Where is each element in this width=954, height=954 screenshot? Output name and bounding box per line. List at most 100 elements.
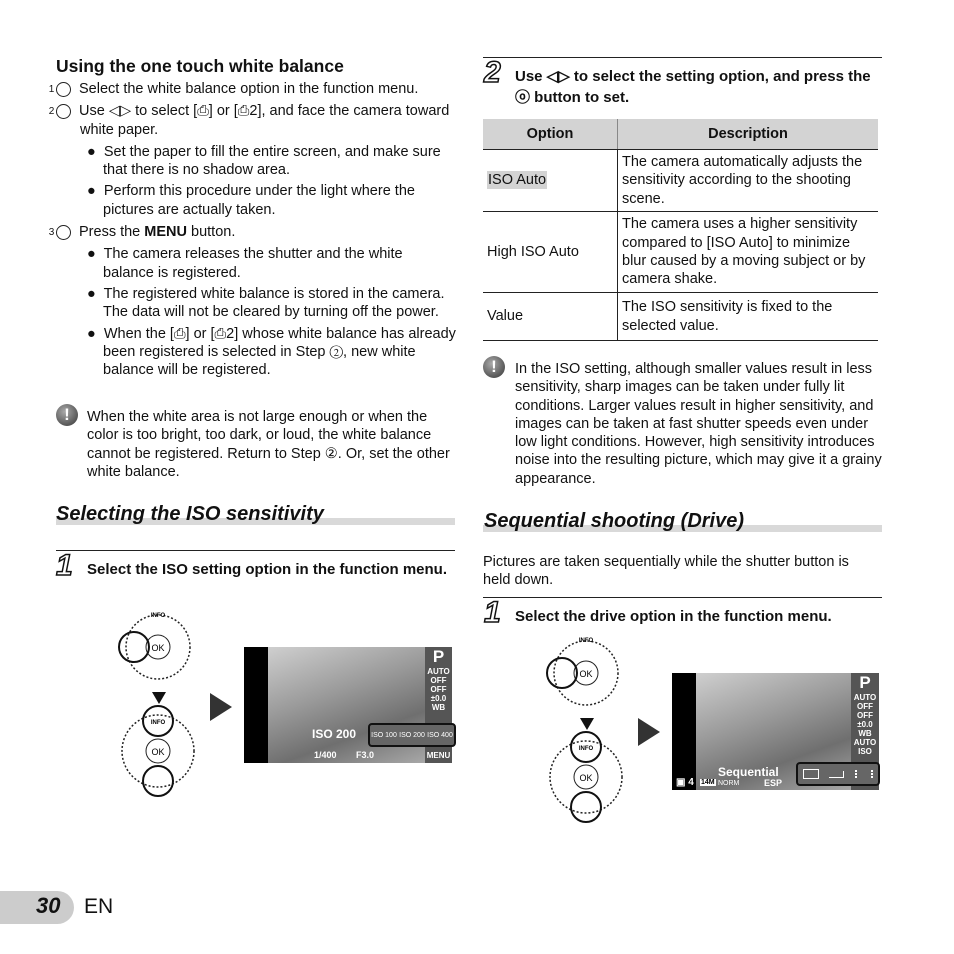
shots-remaining: 4 [688,777,694,788]
wb-heading: Using the one touch white balance [56,56,344,76]
table-row: Value The ISO sensitivity is fixed to th… [483,292,878,341]
macro-icon: OFF [857,702,873,711]
bullet: ● Perform this procedure under the light… [87,183,415,218]
single-shot-icon[interactable] [803,769,820,779]
bullet-text: When the [⎙] or [⎙2] whose white balance… [103,325,456,379]
control-dial-icon: OK INFO [121,705,195,797]
menu-icon: MENU [426,751,451,760]
iso-caution: In the ISO setting, although smaller val… [515,361,882,487]
exposure-value: ±0.0 [430,694,447,703]
svg-text:INFO: INFO [579,746,594,752]
table-row: ISO Auto The camera automatically adjust… [483,149,878,212]
step-text: Use ◁▷ to select [⎙] or [⎙2], and face t… [79,103,450,138]
card-remaining: ▣ 4 [676,777,694,788]
column-header: Description [617,119,878,150]
step-text: Select the white balance option in the f… [79,81,419,97]
high-speed-icon[interactable] [854,770,873,778]
quality: NORM [718,780,740,787]
svg-text:OK: OK [151,643,164,653]
step-number: 3 [49,225,71,241]
step-text: Press the [79,224,145,241]
bullet-text: The registered white balance is stored i… [103,285,445,321]
drive-step-text: Select the drive option in the function … [515,608,832,625]
drive-intro: Pictures are taken sequentially while th… [483,554,849,589]
bullet-text: Set the paper to fill the entire screen,… [103,143,441,179]
arrow-down-icon [580,718,594,730]
camera-screen-drive: P AUTO OFF OFF ±0.0 WB AUTO ISO Sequenti… [672,673,880,790]
iso-icon: ISO [858,747,872,756]
selftimer-icon: OFF [430,685,447,694]
step-number: 2 [483,55,501,90]
menu-button-label: MENU [144,224,187,241]
iso-options-table: Option Description ISO Auto The camera a… [483,119,878,341]
image-size: 14M [700,779,716,786]
table-row: High ISO Auto The camera uses a higher s… [483,211,878,293]
wb-step-2: 2 Use ◁▷ to select [⎙] or [⎙2], and face … [49,102,456,139]
step-text: button. [186,224,236,241]
control-dial-icon: OK INFO [546,638,619,706]
bullet: ● When the [⎙] or [⎙2] whose white balan… [87,325,456,379]
table-header: Option Description [483,119,878,150]
control-dial-icon: OK INFO [118,613,191,680]
aperture: F3.0 [356,750,375,760]
svg-text:OK: OK [579,669,592,679]
description-cell: The ISO sensitivity is fixed to the sele… [617,292,878,341]
step-number: 1 [55,548,73,583]
caution-icon: ! [56,404,78,426]
shutter-speed: 1/400 [314,750,337,760]
bullet: ● The camera releases the shutter and th… [87,246,403,281]
option-name: ISO Auto [487,171,548,190]
iso-option[interactable]: ISO 200 [399,732,425,739]
wb-step-3: 3 Press the MENU button. [49,223,456,241]
caution-icon: ! [483,356,505,378]
divider [483,597,882,598]
description-cell: The camera uses a higher sensitivity com… [617,211,878,293]
exposure-value: ±0.0 [857,720,873,729]
sequential-icon[interactable] [829,770,845,778]
description-cell: The camera automatically adjusts the sen… [617,149,878,212]
drive-section-heading: Sequential shooting (Drive) [484,510,745,532]
divider [483,57,882,58]
camera-dial-illustration: OK INFO OK INFO [118,613,195,797]
language-label: EN [84,895,114,918]
macro-icon: OFF [430,676,447,685]
page-number: 30 [36,893,61,918]
arrow-down-icon [152,692,166,704]
mode-indicator: P [859,673,871,692]
iso-option[interactable]: ISO 400 [427,732,453,739]
iso-step-text: Select the ISO setting option in the fun… [87,561,448,578]
arrow-right-icon [210,693,232,721]
option-cell: High ISO Auto [483,211,618,293]
wb-icon: WB [431,703,446,712]
step-number: 1 [483,595,501,630]
control-dial-icon: OK INFO [549,731,623,823]
wb-caution: When the white area is not large enough … [87,409,450,480]
drive-label: Sequential [718,765,779,779]
svg-text:INFO: INFO [151,720,166,726]
svg-text:OK: OK [151,747,164,757]
step-number: 2 [49,104,71,120]
flash-icon: AUTO [427,667,450,676]
wb-icon: WB AUTO [853,729,877,747]
iso-options: ISO 100 ISO 200 ISO 400 [368,723,456,747]
mode-indicator: P [432,647,445,666]
step-number: 1 [49,82,71,97]
bullet: ● Set the paper to fill the entire scree… [87,143,441,179]
metering: ESP [764,778,783,788]
flash-icon: AUTO [853,693,877,702]
iso-option[interactable]: ISO 100 [371,732,397,739]
bullet-text: Perform this procedure under the light w… [103,183,415,218]
svg-text:INFO: INFO [579,638,594,644]
bullet-text: The camera releases the shutter and the … [103,246,403,281]
camera-screen-iso: P AUTO OFF OFF ±0.0 WB MENU ISO 200 ISO … [244,647,456,763]
option-cell: ISO Auto [483,149,618,212]
column-header: Option [483,119,618,150]
svg-text:OK: OK [579,773,592,783]
arrow-right-icon [638,718,660,746]
option-cell: Value [483,292,618,341]
divider [56,550,455,551]
svg-text:INFO: INFO [151,613,166,619]
wb-steps: 1 Select the white balance option in the … [49,80,456,379]
selftimer-icon: OFF [857,711,873,720]
camera-dial-illustration: OK INFO OK INFO [546,638,623,823]
